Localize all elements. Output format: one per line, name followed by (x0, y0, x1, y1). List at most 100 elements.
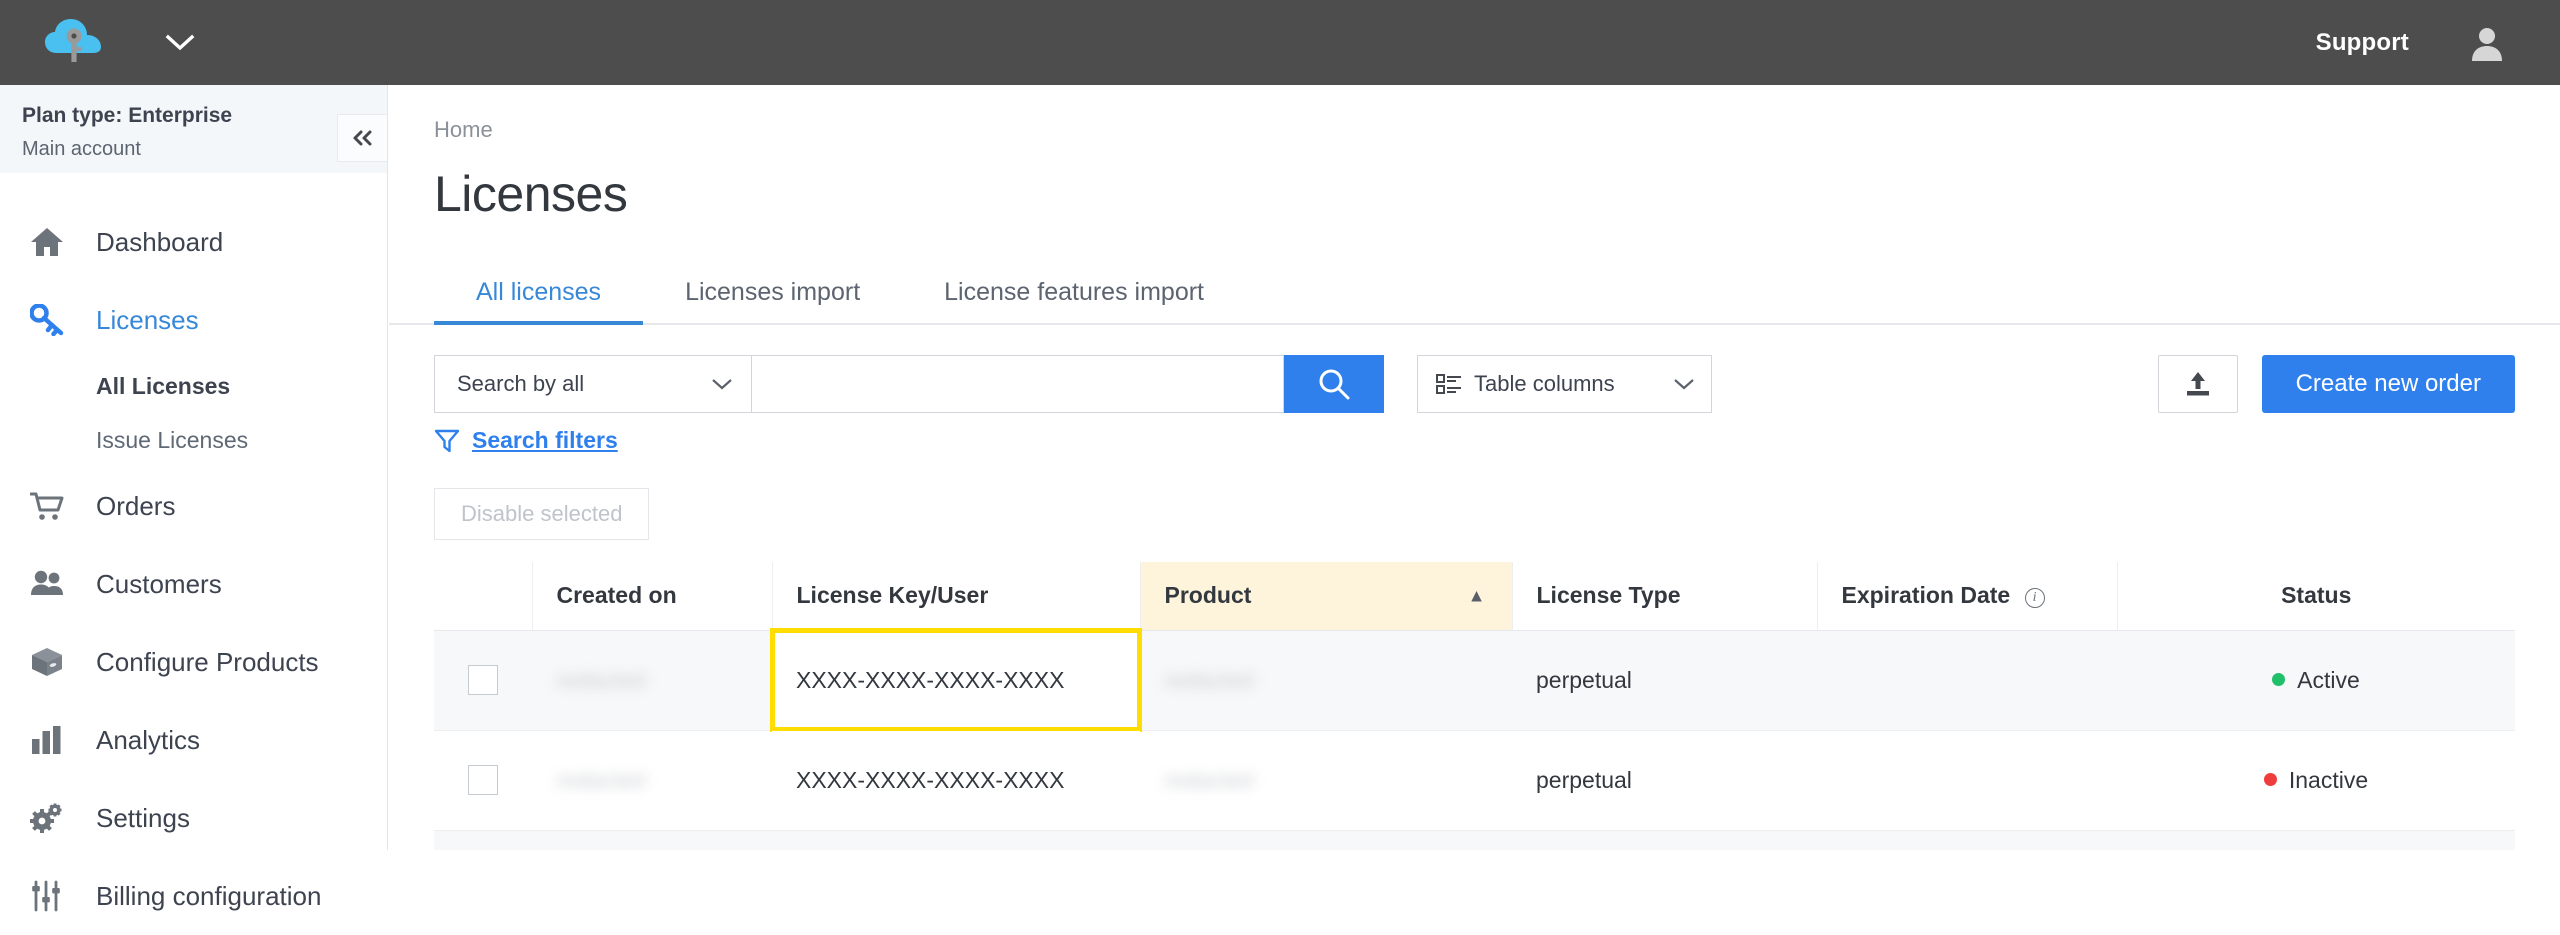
sidebar-item-label: Settings (96, 803, 190, 834)
sidebar-subitem-issue-licenses[interactable]: Issue Licenses (0, 413, 387, 467)
sidebar-item-licenses[interactable]: Licenses (0, 281, 387, 359)
cell-expiration-date (1817, 630, 2117, 730)
sidebar: Plan type: Enterprise Main account Dashb… (0, 85, 388, 850)
column-header-product[interactable]: Product ▲ (1140, 562, 1512, 630)
account-label: Main account (22, 133, 387, 165)
tab-licenses-import[interactable]: Licenses import (643, 263, 902, 323)
column-header-expiration-label: Expiration Date (1842, 582, 2011, 608)
search-toolbar: Search by all Table (389, 325, 2560, 413)
cell-status: Inactive (2117, 830, 2515, 850)
cell-license-type: time-limited (1512, 830, 1817, 850)
cell-created-on: redacted (532, 730, 772, 830)
disable-selected-button[interactable]: Disable selected (434, 488, 649, 540)
column-header-license-type[interactable]: License Type (1512, 562, 1817, 630)
tab-all-licenses[interactable]: All licenses (434, 263, 643, 323)
cell-status: Inactive (2117, 730, 2515, 830)
table-header-row: Created on License Key/User Product ▲ Li… (434, 562, 2515, 630)
table-body: redacted XXXX-XXXX-XXXX-XXXX redacted pe… (434, 630, 2515, 850)
sidebar-item-billing-configuration[interactable]: Billing configuration (0, 857, 387, 935)
sidebar-item-settings[interactable]: Settings (0, 779, 387, 857)
column-header-status[interactable]: Status (2117, 562, 2515, 630)
cell-created-on: redacted (532, 630, 772, 730)
funnel-icon (434, 428, 460, 454)
sidebar-subitem-label: Issue Licenses (96, 427, 248, 454)
sidebar-subitem-all-licenses[interactable]: All Licenses (0, 359, 387, 413)
row-checkbox[interactable] (468, 665, 498, 695)
sidebar-item-label: Dashboard (96, 227, 223, 258)
list-settings-icon (1436, 372, 1462, 396)
row-checkbox-cell (434, 730, 532, 830)
gears-icon (30, 802, 82, 834)
upload-icon (2183, 369, 2213, 399)
status-label: Active (2297, 667, 2360, 693)
sliders-icon (30, 880, 82, 912)
cell-status: Active (2117, 630, 2515, 730)
app-logo[interactable] (0, 0, 150, 85)
search-filters-link[interactable]: Search filters (389, 427, 2560, 454)
sidebar-nav: Dashboard Licenses All Licenses Issue Li… (0, 173, 387, 935)
chevron-down-icon (711, 378, 733, 391)
table-row[interactable]: redacted XXXX-XXXX-XXXX-XXXX redacted pe… (434, 730, 2515, 830)
plan-type-label: Plan type: Enterprise (22, 99, 387, 133)
bar-chart-icon (30, 724, 82, 756)
table-columns-select[interactable]: Table columns (1417, 355, 1712, 413)
upload-button[interactable] (2158, 355, 2238, 413)
search-button[interactable] (1284, 355, 1384, 413)
sidebar-item-analytics[interactable]: Analytics (0, 701, 387, 779)
search-by-value: Search by all (457, 371, 584, 397)
cloud-key-logo-icon (43, 17, 107, 69)
sidebar-item-dashboard[interactable]: Dashboard (0, 203, 387, 281)
info-icon[interactable]: i (2025, 588, 2045, 608)
cell-product: redacted (1140, 730, 1512, 830)
cell-expiration-date (1817, 830, 2117, 850)
redacted-value: redacted (1164, 767, 1254, 793)
column-header-created-on[interactable]: Created on (532, 562, 772, 630)
cell-license-key[interactable]: XXXX-XXXX-XXXX-XXXX (772, 630, 1140, 730)
column-header-product-label: Product (1165, 582, 1252, 608)
table-head: Created on License Key/User Product ▲ Li… (434, 562, 2515, 630)
table-row[interactable]: redacted XXXX-XXXX-XXXX-XXXX redacted ti… (434, 830, 2515, 850)
search-filters-label: Search filters (472, 427, 618, 454)
cell-product: redacted (1140, 830, 1512, 850)
cell-product: redacted (1140, 630, 1512, 730)
support-link[interactable]: Support (2316, 29, 2409, 57)
sidebar-item-label: Orders (96, 491, 175, 522)
cell-license-key[interactable]: XXXX-XXXX-XXXX-XXXX (772, 830, 1140, 850)
row-checkbox[interactable] (468, 765, 498, 795)
cell-created-on: redacted (532, 830, 772, 850)
sidebar-subitem-label: All Licenses (96, 373, 230, 400)
row-checkbox-cell (434, 830, 532, 850)
sort-ascending-icon: ▲ (1468, 585, 1486, 606)
column-header-license-key[interactable]: License Key/User (772, 562, 1140, 630)
search-by-select[interactable]: Search by all (434, 355, 752, 413)
users-icon (30, 568, 82, 600)
cell-license-type: perpetual (1512, 630, 1817, 730)
table-row[interactable]: redacted XXXX-XXXX-XXXX-XXXX redacted pe… (434, 630, 2515, 730)
table-columns-label: Table columns (1474, 371, 1615, 397)
column-header-expiration-date[interactable]: Expiration Date i (1817, 562, 2117, 630)
user-avatar-icon (2469, 25, 2505, 61)
tab-license-features-import[interactable]: License features import (902, 263, 1246, 323)
sidebar-item-label: Licenses (96, 305, 199, 336)
cell-license-type: perpetual (1512, 730, 1817, 830)
sidebar-collapse-button[interactable] (337, 114, 387, 162)
search-input[interactable] (752, 355, 1284, 413)
user-avatar[interactable] (2469, 25, 2505, 61)
plan-info-panel: Plan type: Enterprise Main account (0, 85, 387, 173)
sidebar-item-configure-products[interactable]: Configure Products (0, 623, 387, 701)
breadcrumb[interactable]: Home (389, 85, 2560, 143)
column-header-select-all[interactable] (434, 562, 532, 630)
shopping-cart-icon (30, 490, 82, 522)
redacted-value: redacted (1164, 667, 1254, 693)
top-header-bar: Support (0, 0, 2560, 85)
redacted-value: redacted (556, 667, 646, 693)
sidebar-item-orders[interactable]: Orders (0, 467, 387, 545)
sidebar-item-label: Analytics (96, 725, 200, 756)
sidebar-item-label: Customers (96, 569, 222, 600)
cell-license-key[interactable]: XXXX-XXXX-XXXX-XXXX (772, 730, 1140, 830)
bulk-actions: Disable selected (389, 488, 2560, 540)
brand-dropdown-chevron[interactable] (150, 34, 210, 52)
sidebar-item-customers[interactable]: Customers (0, 545, 387, 623)
row-checkbox-cell (434, 630, 532, 730)
create-new-order-button[interactable]: Create new order (2262, 355, 2515, 413)
